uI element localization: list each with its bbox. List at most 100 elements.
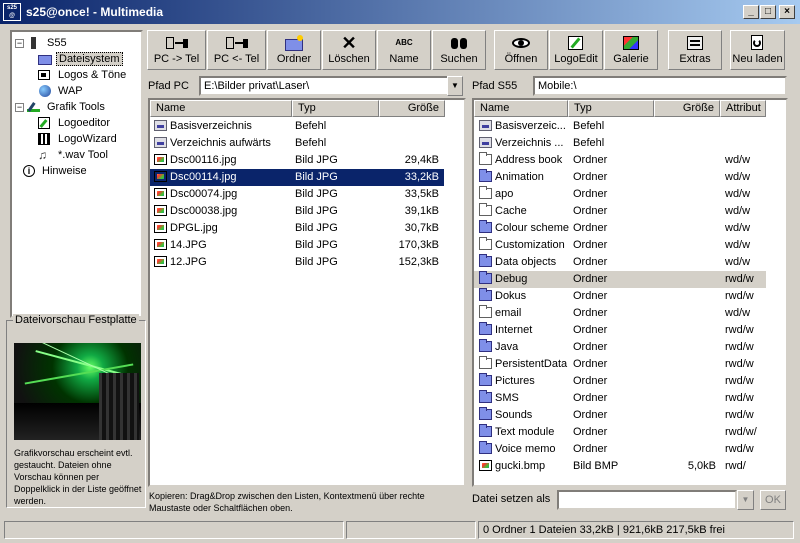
s55-col-size[interactable]: Größe [654, 100, 720, 117]
s55-table-row[interactable]: Cache Ordner wd/w [474, 203, 766, 220]
tree-item-dateisystem[interactable]: Dateisystem [38, 51, 123, 67]
logoeditor-icon [38, 117, 52, 129]
tel-to-pc-button[interactable]: PC <- Tel [207, 30, 266, 70]
tree-item-hinweise[interactable]: i Hinweise [22, 163, 89, 179]
s55-col-typ[interactable]: Typ [568, 100, 654, 117]
logos-icon [38, 69, 52, 81]
new-folder-button[interactable]: Ordner [267, 30, 321, 70]
tree-item-logoeditor[interactable]: Logoeditor [38, 115, 112, 131]
preview-note: Grafikvorschau erscheint evtl. gestaucht… [14, 448, 142, 506]
s55-table-row[interactable]: Customization Ordner wd/w [474, 237, 766, 254]
graphic-tools-icon [27, 101, 41, 113]
rename-button[interactable]: ABC Name [377, 30, 431, 70]
tree-item-wav-tool[interactable]: ♫ *.wav Tool [38, 147, 110, 163]
pc-table-row[interactable]: Dsc00116.jpg Bild JPG 29,4kB [150, 152, 444, 169]
close-button[interactable]: × [779, 5, 795, 19]
file-name: Pictures [495, 375, 535, 387]
pc-table-row[interactable]: Dsc00114.jpg Bild JPG 33,2kB [150, 169, 444, 186]
command-icon [479, 137, 492, 148]
phone-icon [27, 37, 41, 49]
image-file-icon [154, 171, 167, 182]
pc-col-name[interactable]: Name [150, 100, 292, 117]
file-attribute: wd/w [725, 188, 751, 200]
pc-col-size[interactable]: Größe [379, 100, 445, 117]
s55-table-row[interactable]: gucki.bmp Bild BMP 5,0kB rwd/ [474, 458, 766, 475]
pc-table-row[interactable]: DPGL.jpg Bild JPG 30,7kB [150, 220, 444, 237]
s55-path-field[interactable]: Mobile:\ [533, 76, 787, 96]
file-name: Internet [495, 324, 533, 336]
file-type: Ordner [573, 290, 608, 302]
pc-table-row[interactable]: Dsc00038.jpg Bild JPG 39,1kB [150, 203, 444, 220]
set-file-select[interactable] [557, 490, 737, 510]
s55-table-row[interactable]: apo Ordner wd/w [474, 186, 766, 203]
s55-table-row[interactable]: PersistentData Ordner rwd/w [474, 356, 766, 373]
tree-item-wap[interactable]: WAP [38, 83, 85, 99]
pc-table-row[interactable]: 14.JPG Bild JPG 170,3kB [150, 237, 444, 254]
s55-table-row[interactable]: email Ordner wd/w [474, 305, 766, 322]
s55-table-row[interactable]: Verzeichnis ... Befehl [474, 135, 766, 152]
collapse-icon[interactable]: − [15, 38, 24, 48]
minimize-button[interactable]: _ [743, 5, 759, 19]
file-type: Bild JPG [295, 205, 338, 217]
pc-col-typ[interactable]: Typ [292, 100, 379, 117]
logoedit-icon [565, 35, 587, 51]
folder-icon [479, 220, 492, 233]
delete-button[interactable]: ✕ Löschen [322, 30, 376, 70]
s55-table-row[interactable]: Basisverzeic... Befehl [474, 118, 766, 135]
file-name: email [495, 307, 522, 319]
status-left [4, 521, 344, 539]
s55-table-row[interactable]: Address book Ordner wd/w [474, 152, 766, 169]
folder-icon [479, 390, 492, 403]
pc-table-row[interactable]: Basisverzeichnis Befehl [150, 118, 444, 135]
tree-item-grafik-tools[interactable]: − Grafik Tools [15, 99, 107, 115]
pc-to-tel-button[interactable]: PC -> Tel [147, 30, 206, 70]
file-type: Befehl [295, 137, 327, 149]
pc-path-field[interactable]: E:\Bilder privat\Laser\ [199, 76, 449, 96]
folder-icon [479, 237, 492, 250]
s55-table-row[interactable]: Java Ordner rwd/w [474, 339, 766, 356]
file-type: Ordner [573, 443, 608, 455]
tree-item-logowizard[interactable]: LogoWizard [38, 131, 119, 147]
logoedit-button[interactable]: LogoEdit [549, 30, 603, 70]
command-icon [479, 120, 492, 131]
s55-table-row[interactable]: Voice memo Ordner rwd/w [474, 441, 766, 458]
maximize-button[interactable]: □ [760, 5, 776, 19]
s55-table-row[interactable]: Sounds Ordner rwd/w [474, 407, 766, 424]
file-attribute: rwd/w [725, 358, 754, 370]
s55-table-row[interactable]: Pictures Ordner rwd/w [474, 373, 766, 390]
s55-table-row[interactable]: Animation Ordner wd/w [474, 169, 766, 186]
extras-button[interactable]: Extras [668, 30, 722, 70]
s55-table-row[interactable]: Colour scheme Ordner wd/w [474, 220, 766, 237]
s55-col-attr[interactable]: Attribut [720, 100, 766, 117]
reload-button[interactable]: Neu laden [730, 30, 785, 70]
file-name: Verzeichnis aufwärts [170, 137, 271, 149]
file-type: Ordner [573, 188, 608, 200]
s55-table-row[interactable]: Text module Ordner rwd/w/ [474, 424, 766, 441]
app-logo-icon: s25 @ [3, 3, 21, 21]
s55-file-list[interactable]: Name Typ Größe Attribut Basisverzeic... B… [472, 98, 788, 487]
s55-table-row[interactable]: Internet Ordner rwd/w [474, 322, 766, 339]
pc-file-list[interactable]: Name Typ Größe Basisverzeichnis Befehl Ver… [148, 98, 466, 487]
pc-table-row[interactable]: 12.JPG Bild JPG 152,3kB [150, 254, 444, 271]
pc-table-row[interactable]: Dsc00074.jpg Bild JPG 33,5kB [150, 186, 444, 203]
s55-table-row[interactable]: Debug Ordner rwd/w [474, 271, 766, 288]
search-button[interactable]: Suchen [432, 30, 486, 70]
file-type: Ordner [573, 392, 608, 404]
file-attribute: rwd/w [725, 324, 754, 336]
open-button[interactable]: Öffnen [494, 30, 548, 70]
gallery-button[interactable]: Galerie [604, 30, 658, 70]
file-name: Data objects [495, 256, 557, 268]
collapse-icon[interactable]: − [15, 102, 24, 112]
s55-table-row[interactable]: SMS Ordner rwd/w [474, 390, 766, 407]
tree-item-logos[interactable]: Logos & Töne [38, 67, 128, 83]
file-attribute: rwd/w [725, 409, 754, 421]
pc-path-dropdown-icon[interactable]: ▼ [447, 76, 463, 96]
pc-table-row[interactable]: Verzeichnis aufwärts Befehl [150, 135, 444, 152]
s55-table-row[interactable]: Data objects Ordner wd/w [474, 254, 766, 271]
navigation-tree[interactable]: − S55 Dateisystem Logos & Töne WAP − Gra… [10, 30, 143, 318]
s55-table-row[interactable]: Dokus Ordner rwd/w [474, 288, 766, 305]
set-file-dropdown-icon[interactable]: ▼ [737, 490, 754, 510]
s55-col-name[interactable]: Name [474, 100, 568, 117]
tree-item-s55[interactable]: − S55 [15, 35, 69, 51]
ok-button[interactable]: OK [760, 490, 786, 510]
